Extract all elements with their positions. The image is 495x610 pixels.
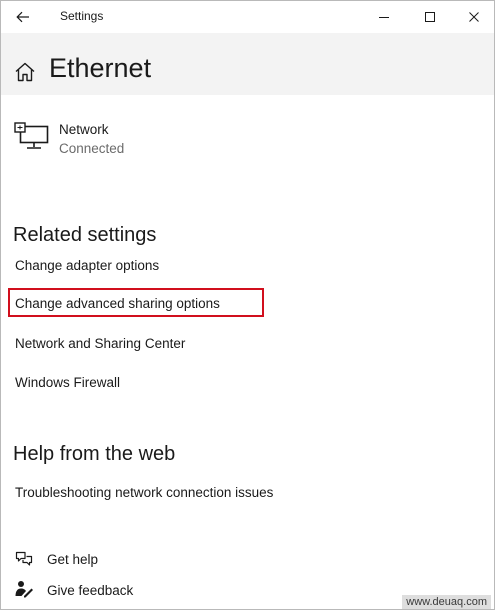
network-status: Connected — [59, 141, 125, 156]
give-feedback-icon — [15, 581, 33, 598]
change-advanced-sharing-options-link[interactable]: Change advanced sharing options — [15, 296, 220, 311]
maximize-icon — [425, 12, 435, 22]
give-feedback-link[interactable]: Give feedback — [47, 583, 133, 598]
back-button[interactable] — [7, 1, 39, 33]
back-arrow-icon — [16, 11, 29, 23]
get-help-icon — [15, 551, 33, 566]
windows-firewall-link[interactable]: Windows Firewall — [15, 375, 120, 390]
home-icon[interactable] — [14, 61, 36, 83]
minimize-icon — [379, 17, 389, 18]
watermark: www.deuaq.com — [402, 595, 491, 609]
settings-window: Settings Ethernet Network Connected Rela… — [0, 0, 495, 610]
related-settings-heading: Related settings — [13, 224, 157, 246]
window-title: Settings — [60, 9, 104, 23]
title-bar: Settings — [1, 1, 494, 33]
get-help-link[interactable]: Get help — [47, 552, 98, 567]
change-adapter-options-link[interactable]: Change adapter options — [15, 258, 159, 273]
maximize-button[interactable] — [407, 1, 453, 33]
troubleshooting-link[interactable]: Troubleshooting network connection issue… — [15, 485, 273, 500]
network-computer-icon — [14, 122, 49, 149]
close-button[interactable] — [453, 1, 494, 33]
network-and-sharing-center-link[interactable]: Network and Sharing Center — [15, 336, 185, 351]
minimize-button[interactable] — [361, 1, 407, 33]
network-name[interactable]: Network — [59, 122, 109, 137]
close-icon — [468, 12, 479, 22]
page-title: Ethernet — [49, 53, 152, 83]
help-from-web-heading: Help from the web — [13, 443, 176, 465]
page-header: Ethernet — [1, 33, 494, 95]
